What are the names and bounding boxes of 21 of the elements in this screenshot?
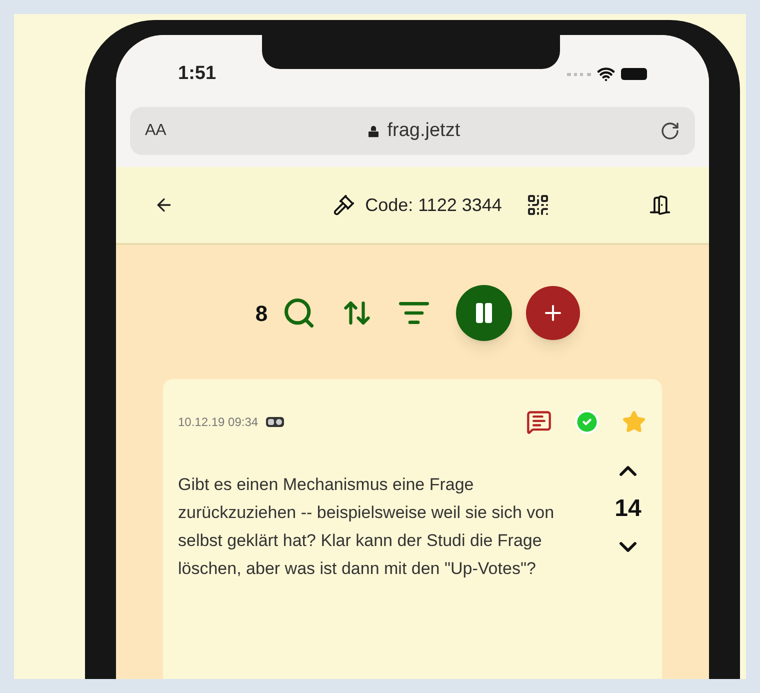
room-code: Code: 1122 3344 <box>365 194 502 216</box>
question-timestamp: 10.12.19 09:34 <box>178 414 258 431</box>
gavel-icon <box>333 194 356 216</box>
status-time: 1:51 <box>178 62 216 86</box>
vote-count: 14 <box>614 494 642 524</box>
text-size-button[interactable]: AA <box>145 119 166 143</box>
signal-icon <box>567 72 591 76</box>
url-text: frag.jetzt <box>387 118 460 143</box>
lock-icon <box>366 124 382 138</box>
projector-icon <box>266 417 284 427</box>
exit-door-icon[interactable] <box>648 194 671 216</box>
qr-code-icon[interactable] <box>526 193 550 217</box>
search-icon[interactable] <box>282 296 316 330</box>
battery-icon <box>621 68 647 80</box>
address-bar[interactable]: AA frag.jetzt <box>130 107 695 155</box>
question-text: Gibt es einen Mechanismus eine Frage zurückzuziehen -- beispielsweise weil sie sich von selbst geklärt hat? Klar kann der Studi die Frage löschen, aber was ist dann mit den "Up-Votes"? <box>178 474 556 580</box>
favorite-star-icon[interactable] <box>622 410 646 434</box>
comment-icon[interactable] <box>526 409 552 435</box>
reload-icon[interactable] <box>660 121 680 141</box>
question-count: 8 <box>255 300 268 328</box>
wifi-icon <box>597 65 615 83</box>
